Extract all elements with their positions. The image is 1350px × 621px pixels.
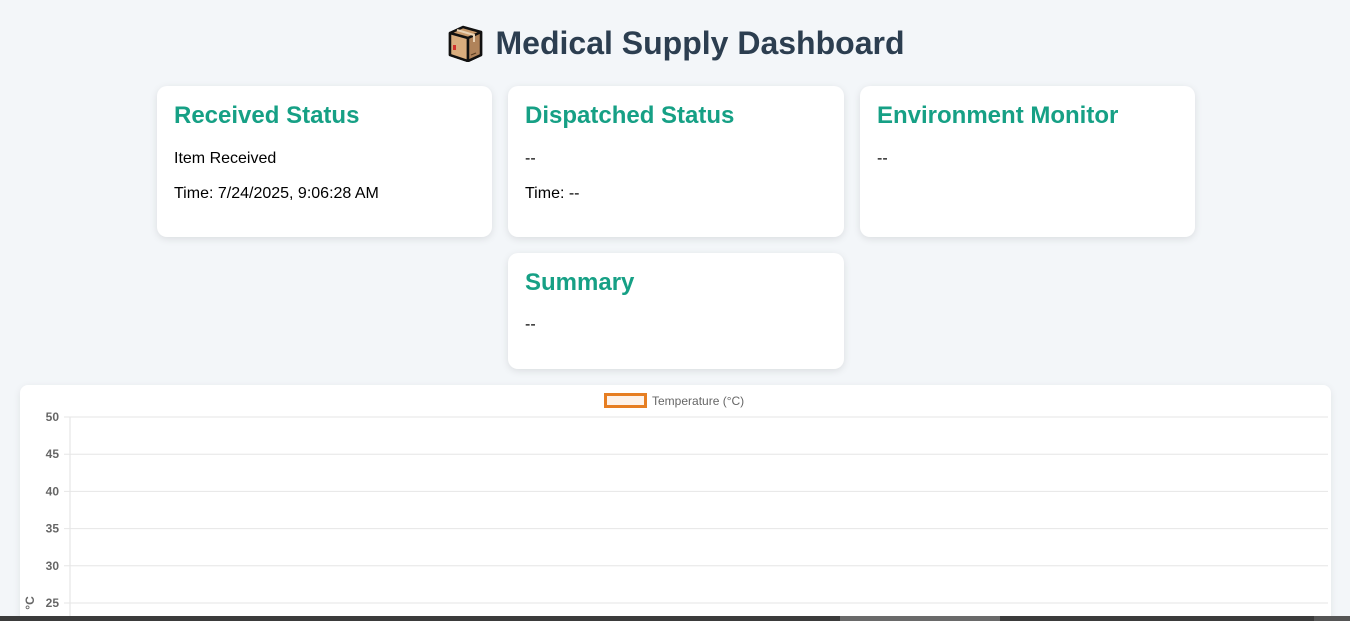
page-title: Medical Supply Dashboard [446, 24, 905, 62]
received-status-title: Received Status [174, 102, 360, 129]
received-status-value: Item Received [174, 150, 277, 167]
dispatched-status-title: Dispatched Status [525, 102, 735, 129]
package-box-icon [448, 25, 482, 62]
legend-label: Temperature (°C) [652, 394, 744, 408]
temperature-chart: 50 45 40 35 30 25 °C Temperature (°C) [23, 393, 1328, 621]
received-status-card: Received Status Item Received Time: 7/24… [157, 86, 492, 237]
dispatched-status-card: Dispatched Status -- Time: -- [508, 86, 844, 237]
summary-value: -- [525, 316, 536, 333]
y-tick-label: 30 [46, 559, 60, 573]
y-tick-label: 25 [46, 596, 60, 610]
legend-swatch [604, 393, 647, 408]
header: Medical Supply Dashboard [0, 24, 1350, 68]
y-tick-label: 40 [46, 484, 60, 498]
page-title-text: Medical Supply Dashboard [495, 24, 905, 61]
summary-card: Summary -- [508, 253, 844, 369]
dispatched-time: Time: -- [525, 185, 580, 202]
temperature-chart-card: 50 45 40 35 30 25 °C Temperature (°C) [20, 385, 1331, 621]
y-tick-label: 45 [46, 447, 60, 461]
environment-monitor-value: -- [877, 150, 888, 167]
environment-monitor-card: Environment Monitor -- [860, 86, 1195, 237]
scrollbar-end [1314, 616, 1350, 621]
dispatched-status-value: -- [525, 150, 536, 167]
dashboard-page: Medical Supply Dashboard Received Status… [0, 0, 1350, 621]
scrollbar-thumb[interactable] [840, 616, 1000, 621]
y-axis-title: °C [23, 596, 37, 610]
horizontal-scrollbar[interactable] [0, 616, 1350, 621]
summary-title: Summary [525, 269, 635, 296]
y-tick-label: 50 [46, 410, 60, 424]
received-time: Time: 7/24/2025, 9:06:28 AM [174, 185, 379, 202]
y-tick-label: 35 [46, 522, 60, 536]
environment-monitor-title: Environment Monitor [877, 102, 1119, 129]
